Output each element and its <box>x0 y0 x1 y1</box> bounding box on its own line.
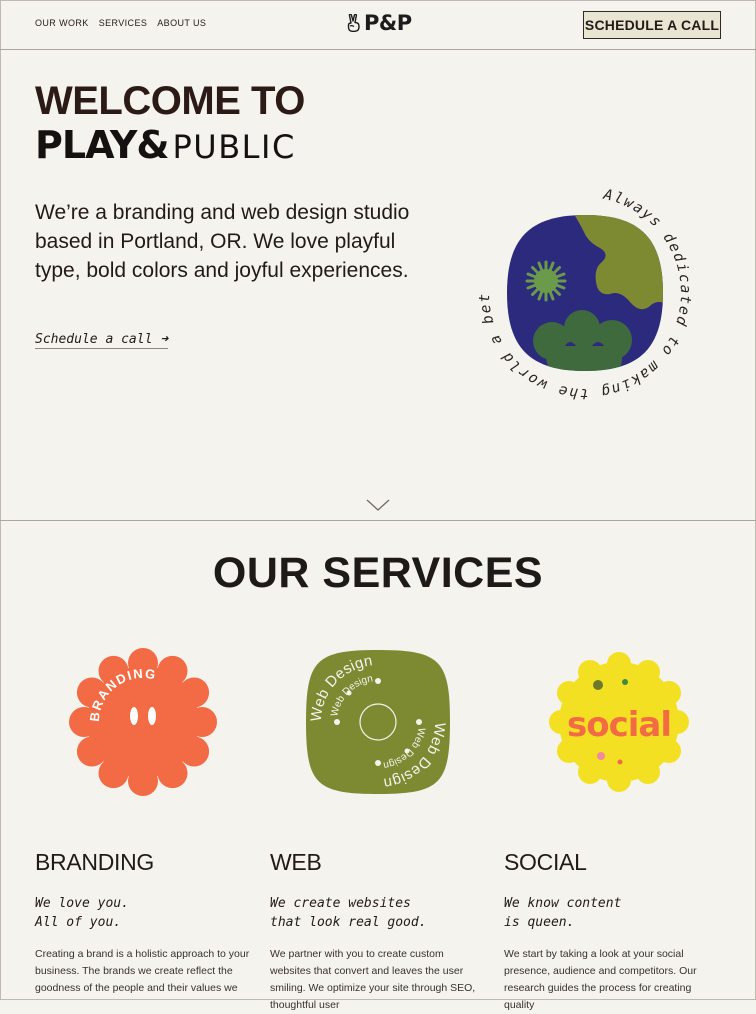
arrow-right-icon: ➜ <box>160 332 169 347</box>
branding-description: Creating a brand is a holistic approach … <box>35 948 250 994</box>
web-tagline: We create websites that look real good. <box>270 896 427 930</box>
section-divider <box>0 520 756 521</box>
sunburst-shape <box>525 260 567 302</box>
mission-badge: Always dedicated to making the world a b… <box>470 178 692 401</box>
web-title: WEB <box>270 849 322 875</box>
services-title: OUR SERVICES <box>212 549 544 597</box>
logo-text: P&P <box>364 11 412 35</box>
svg-text:social: social <box>567 705 671 745</box>
nav-services[interactable]: SERVICES <box>99 18 148 28</box>
main-nav: OUR WORK SERVICES ABOUT US <box>35 18 206 28</box>
hero-title: WELCOME TO <box>35 79 305 123</box>
schedule-call-button[interactable]: SCHEDULE A CALL <box>583 11 721 39</box>
schedule-call-link[interactable]: Schedule a call ➜ <box>35 332 169 349</box>
web-design-badge: Web Design Web Design Web Design Web Des… <box>306 650 450 794</box>
brand-play-text: PLAY& <box>35 123 169 167</box>
social-description: We start by taking a look at your social… <box>504 948 697 1011</box>
brand-wordmark: PLAY& PUBLIC <box>35 124 296 166</box>
branding-badge: BRANDING <box>69 648 217 796</box>
hero-intro: We’re a branding and web design studio b… <box>35 201 410 282</box>
schedule-link-label: Schedule a call <box>35 332 153 347</box>
site-logo[interactable]: P&P <box>347 12 412 34</box>
web-description: We partner with you to create custom web… <box>270 948 476 1011</box>
site-header: OUR WORK SERVICES ABOUT US P&P SCHEDULE … <box>0 0 756 50</box>
nav-about-us[interactable]: ABOUT US <box>157 18 206 28</box>
peace-hand-icon <box>347 14 360 32</box>
social-tagline: We know content is queen. <box>504 896 622 930</box>
nav-our-work[interactable]: OUR WORK <box>35 18 89 28</box>
social-title: SOCIAL <box>504 849 587 875</box>
chevron-down-icon[interactable] <box>366 498 390 512</box>
branding-tagline: We love you. All of you. <box>35 896 129 930</box>
branding-title: BRANDING <box>35 849 155 875</box>
social-badge: social <box>549 652 689 792</box>
brand-public-text: PUBLIC <box>172 128 296 166</box>
